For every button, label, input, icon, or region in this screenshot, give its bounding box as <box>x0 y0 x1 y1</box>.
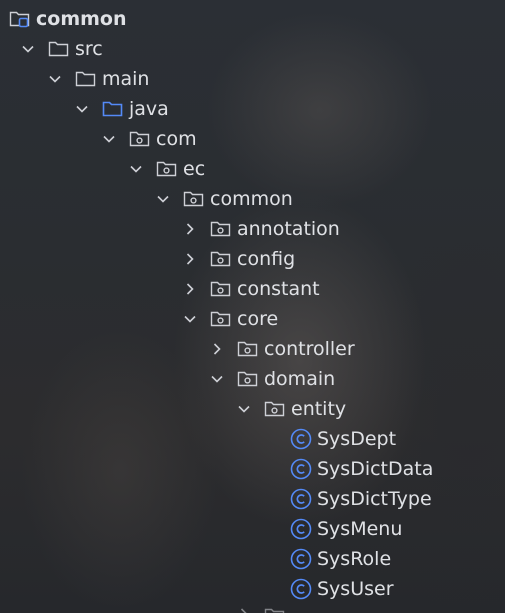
tree-node-label: annotation <box>237 218 340 240</box>
class-name: SysDictData <box>317 458 434 480</box>
chevron-down-icon[interactable] <box>156 192 170 206</box>
chevron-down-icon[interactable] <box>21 42 35 56</box>
tree-node-controller[interactable]: controller <box>0 334 505 364</box>
package-folder-icon <box>156 160 178 178</box>
tree-node-label: com <box>156 128 197 150</box>
tree-node-class-sysmenu[interactable]: SysMenu <box>0 514 505 544</box>
package-folder-icon <box>129 130 151 148</box>
folder-icon <box>48 40 70 58</box>
tree-node-label: common <box>210 188 293 210</box>
package-folder-icon <box>237 340 259 358</box>
package-folder-icon <box>210 220 232 238</box>
package-folder-icon <box>237 370 259 388</box>
chevron-down-icon[interactable] <box>237 402 251 416</box>
tree-node-core[interactable]: core <box>0 304 505 334</box>
tree-node-ec[interactable]: ec <box>0 154 505 184</box>
package-folder-icon <box>183 190 205 208</box>
tree-node-config[interactable]: config <box>0 244 505 274</box>
chevron-right-icon[interactable] <box>183 222 197 236</box>
class-name: SysRole <box>317 548 392 570</box>
tree-node-class-sysuser[interactable]: SysUser <box>0 574 505 604</box>
class-name: SysDept <box>317 428 397 450</box>
chevron-down-icon[interactable] <box>210 372 224 386</box>
chevron-down-icon[interactable] <box>102 132 116 146</box>
chevron-down-icon[interactable] <box>48 72 62 86</box>
chevron-down-icon[interactable] <box>75 102 89 116</box>
java-class-icon <box>290 458 312 480</box>
package-folder-icon <box>210 250 232 268</box>
tree-node-label: src <box>75 38 103 60</box>
tree-node-class-sysdictdata[interactable]: SysDictData <box>0 454 505 484</box>
tree-node-src[interactable]: src <box>0 34 505 64</box>
tree-node-label: config <box>237 248 296 270</box>
chevron-right-icon[interactable] <box>210 342 224 356</box>
tree-node-partial[interactable] <box>0 601 505 613</box>
tree-node-label: constant <box>237 278 320 300</box>
tree-node-class-sysdicttype[interactable]: SysDictType <box>0 484 505 514</box>
tree-node-class-sysrole[interactable]: SysRole <box>0 544 505 574</box>
chevron-down-icon[interactable] <box>129 162 143 176</box>
tree-node-label: java <box>129 98 169 120</box>
chevron-right-icon[interactable] <box>237 607 251 613</box>
project-tree: common src main java com ec common annot… <box>0 0 505 613</box>
tree-node-label: controller <box>264 338 355 360</box>
tree-node-com[interactable]: com <box>0 124 505 154</box>
tree-node-label: ec <box>183 158 206 180</box>
tree-node-main[interactable]: main <box>0 64 505 94</box>
source-root-folder-icon <box>102 100 124 118</box>
tree-node-java[interactable]: java <box>0 94 505 124</box>
package-folder-icon <box>210 280 232 298</box>
tree-node-label: common <box>36 8 127 30</box>
tree-node-annotation[interactable]: annotation <box>0 214 505 244</box>
tree-node-label: domain <box>264 368 336 390</box>
folder-icon <box>75 70 97 88</box>
tree-node-common-module[interactable]: common <box>0 4 487 34</box>
chevron-down-icon[interactable] <box>183 312 197 326</box>
module-folder-icon <box>9 10 31 28</box>
class-name: SysDictType <box>317 488 432 510</box>
package-folder-icon <box>264 607 286 613</box>
tree-node-domain[interactable]: domain <box>0 364 505 394</box>
chevron-right-icon[interactable] <box>183 252 197 266</box>
java-class-icon <box>290 578 312 600</box>
java-class-icon <box>290 428 312 450</box>
class-name: SysUser <box>317 578 394 600</box>
tree-node-label: main <box>102 68 150 90</box>
chevron-right-icon[interactable] <box>183 282 197 296</box>
tree-node-label: entity <box>291 398 347 420</box>
package-folder-icon <box>210 310 232 328</box>
tree-node-label: core <box>237 308 279 330</box>
tree-node-common-package[interactable]: common <box>0 184 505 214</box>
java-class-icon <box>290 548 312 570</box>
tree-node-class-sysdept[interactable]: SysDept <box>0 424 505 454</box>
tree-node-constant[interactable]: constant <box>0 274 505 304</box>
class-name: SysMenu <box>317 518 403 540</box>
java-class-icon <box>290 488 312 510</box>
tree-node-entity[interactable]: entity <box>0 394 505 424</box>
package-folder-icon <box>264 400 286 418</box>
java-class-icon <box>290 518 312 540</box>
